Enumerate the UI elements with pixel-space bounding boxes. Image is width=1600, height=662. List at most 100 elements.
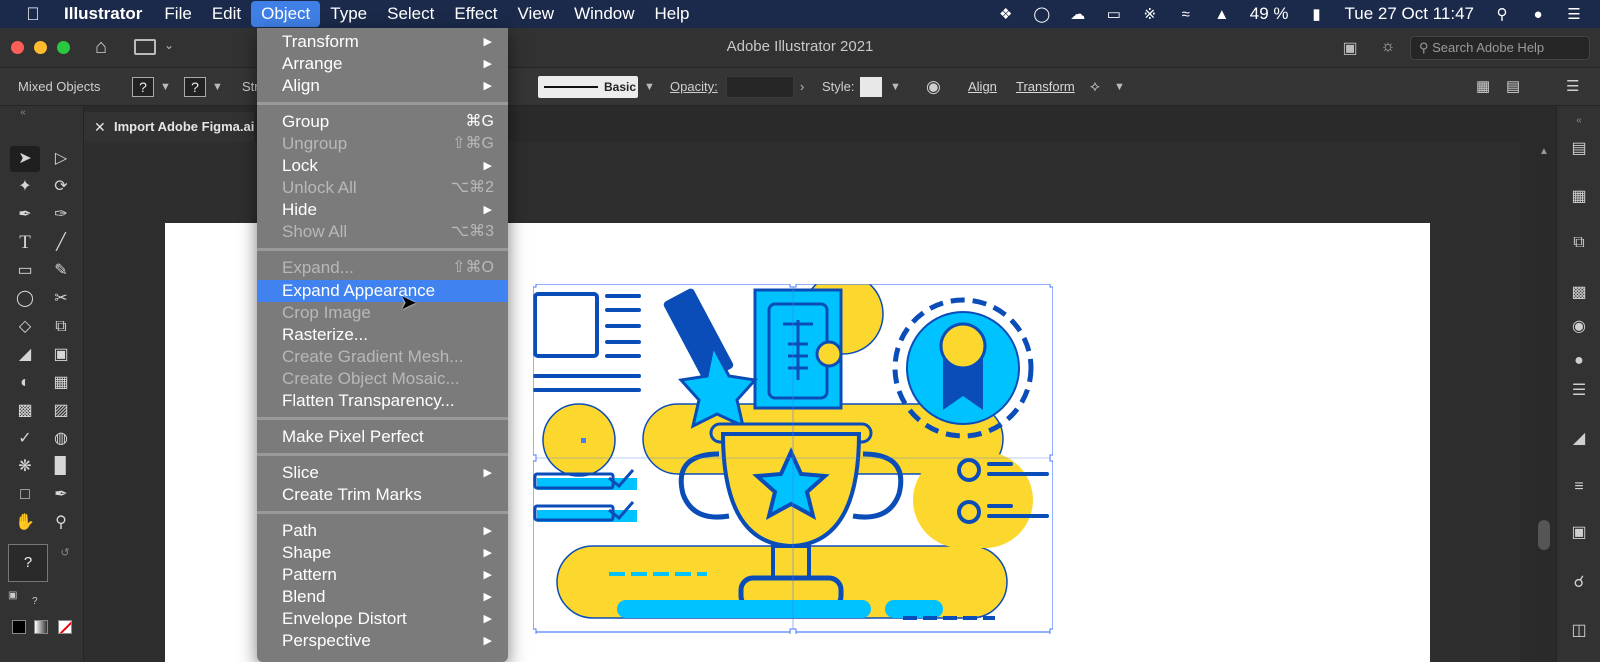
stroke-swatch[interactable]: ? — [184, 77, 206, 97]
menu-item-expand-appearance[interactable]: Expand Appearance — [257, 280, 508, 302]
shape-builder-tool-icon[interactable]: ◐ — [10, 370, 40, 396]
symbol-sprayer-tool-icon[interactable]: ❋ — [10, 454, 40, 480]
direct-selection-tool-icon[interactable]: ▷ — [46, 146, 76, 172]
links-panel-icon[interactable]: ☌ — [1568, 572, 1590, 594]
gradient-panel-icon[interactable]: ◢ — [1568, 428, 1590, 450]
search-adobe-help-input[interactable]: ⚲ Search Adobe Help — [1410, 36, 1590, 60]
paintbrush-tool-icon[interactable]: ✎ — [46, 258, 76, 284]
menu-item-ungroup[interactable]: Ungroup ⇧⌘G — [257, 133, 508, 155]
menu-item-create-trim-marks[interactable]: Create Trim Marks — [257, 484, 508, 506]
control-center-icon[interactable]: ☰ — [1556, 0, 1592, 28]
column-graph-tool-icon[interactable]: ▉ — [46, 454, 76, 480]
airplay-icon[interactable]: ▭ — [1096, 0, 1132, 28]
none-mode-button[interactable] — [58, 620, 72, 634]
menu-item-arrange[interactable]: Arrange ▶ — [257, 53, 508, 75]
artboards-panel-icon[interactable]: ▦ — [1568, 186, 1590, 208]
apple-menu-icon[interactable]:  — [16, 4, 50, 25]
layers-panel-icon[interactable]: ◫ — [1568, 620, 1590, 642]
document-tab[interactable]: ✕ Import Adobe Figma.ai — [84, 112, 254, 142]
swatches-panel-icon[interactable]: ▩ — [1568, 282, 1590, 304]
properties-panel-icon[interactable]: ▤ — [1568, 138, 1590, 160]
volume-icon[interactable]: ▲ — [1204, 0, 1240, 28]
menu-window[interactable]: Window — [564, 0, 644, 28]
puppet-warp-icon[interactable]: ⟡ — [1090, 68, 1100, 106]
distribute-icon[interactable]: ▦ — [1476, 68, 1490, 106]
selected-illustration[interactable] — [533, 284, 1053, 634]
menu-item-unlock-all[interactable]: Unlock All ⌥⌘2 — [257, 177, 508, 199]
reflect-tool-icon[interactable]: ◇ — [10, 314, 40, 340]
hand-tool-icon[interactable]: ✋ — [10, 510, 40, 536]
default-fill-stroke-icon[interactable]: ▣ — [8, 590, 17, 601]
siri-icon[interactable]: ● — [1520, 0, 1556, 28]
scale-tool-icon[interactable]: ⧉ — [46, 314, 76, 340]
adjustments-panel-icon[interactable]: ☰ — [1568, 380, 1590, 402]
mesh-tool-icon[interactable]: ▩ — [10, 398, 40, 424]
grammarly-icon[interactable]: ◯ — [1024, 0, 1060, 28]
opacity-input[interactable] — [726, 76, 794, 98]
menu-item-slice[interactable]: Slice ▶ — [257, 462, 508, 484]
menu-item-align[interactable]: Align ▶ — [257, 75, 508, 97]
brush-definition-dropdown[interactable]: Basic — [538, 76, 638, 98]
menu-item-show-all[interactable]: Show All ⌥⌘3 — [257, 221, 508, 243]
appearance-panel-icon[interactable]: ● — [1568, 350, 1590, 372]
opacity-label[interactable]: Opacity: — [670, 68, 718, 106]
collapse-panel-icon[interactable]: « — [8, 106, 38, 120]
selection-tool-icon[interactable]: ➤ — [10, 146, 40, 172]
fill-swatch[interactable]: ? — [132, 77, 154, 97]
menu-view[interactable]: View — [508, 0, 565, 28]
wifi-icon[interactable]: ≈ — [1168, 0, 1204, 28]
recolor-artwork-icon[interactable]: ◉ — [926, 68, 941, 106]
align-link[interactable]: Align — [968, 68, 997, 106]
fill-dropdown-chevron-icon[interactable]: ▼ — [160, 68, 171, 106]
battery-icon[interactable]: ▮ — [1299, 0, 1335, 28]
opacity-arrow-icon[interactable]: › — [800, 68, 804, 106]
creative-cloud-icon[interactable]: ☁ — [1060, 0, 1096, 28]
eyedropper-tool-icon[interactable]: ✓ — [10, 426, 40, 452]
menu-item-create-object-mosaic[interactable]: Create Object Mosaic... — [257, 368, 508, 390]
type-tool-icon[interactable]: T — [10, 230, 40, 256]
bluetooth-icon[interactable]: ※ — [1132, 0, 1168, 28]
shaper-tool-icon[interactable]: ◯ — [10, 286, 40, 312]
curvature-tool-icon[interactable]: ✑ — [46, 202, 76, 228]
menu-item-path[interactable]: Path ▶ — [257, 520, 508, 542]
menu-file[interactable]: File — [154, 0, 201, 28]
menu-item-crop-image[interactable]: Crop Image — [257, 302, 508, 324]
arrange-documents-icon[interactable]: ▣ — [1340, 38, 1360, 57]
menu-item-lock[interactable]: Lock ▶ — [257, 155, 508, 177]
stroke-panel-icon[interactable]: ≡ — [1568, 476, 1590, 498]
dropbox-icon[interactable]: ❖ — [988, 0, 1024, 28]
menu-effect[interactable]: Effect — [444, 0, 507, 28]
fill-stroke-indicator[interactable]: ? — [8, 544, 48, 582]
rectangle-tool-icon[interactable]: ▭ — [10, 258, 40, 284]
menu-item-pattern[interactable]: Pattern ▶ — [257, 564, 508, 586]
menu-app-illustrator[interactable]: Illustrator — [50, 0, 154, 28]
menu-select[interactable]: Select — [377, 0, 444, 28]
color-mode-button[interactable] — [12, 620, 26, 634]
scroll-up-icon[interactable]: ▲ — [1539, 146, 1549, 157]
gradient-tool-icon[interactable]: ▨ — [46, 398, 76, 424]
pen-tool-icon[interactable]: ✒ — [10, 202, 40, 228]
magic-wand-tool-icon[interactable]: ✦ — [10, 174, 40, 200]
stroke-dropdown-chevron-icon[interactable]: ▼ — [212, 68, 223, 106]
transparency-panel-icon[interactable]: ▣ — [1568, 522, 1590, 544]
color-panel-icon[interactable]: ◉ — [1568, 316, 1590, 338]
layers-stack-panel-icon[interactable]: ⧉ — [1568, 232, 1590, 254]
menu-item-create-gradient-mesh[interactable]: Create Gradient Mesh... — [257, 346, 508, 368]
transform-link[interactable]: Transform — [1016, 68, 1075, 106]
more-options-chevron-icon[interactable]: ▼ — [1114, 68, 1125, 106]
scrollbar-thumb[interactable] — [1538, 520, 1550, 550]
battery-percent[interactable]: 49 % — [1240, 0, 1299, 28]
menu-item-shape[interactable]: Shape ▶ — [257, 542, 508, 564]
expand-panels-icon[interactable]: « — [1568, 110, 1590, 132]
scissors-tool-icon[interactable]: ✂ — [46, 286, 76, 312]
menu-item-envelope-distort[interactable]: Envelope Distort ▶ — [257, 608, 508, 630]
discover-lightbulb-icon[interactable]: ☼ — [1378, 38, 1398, 56]
blend-tool-icon[interactable]: ◍ — [46, 426, 76, 452]
menu-object[interactable]: Object — [251, 1, 321, 27]
graphic-style-swatch[interactable] — [860, 77, 882, 97]
menu-item-rasterize[interactable]: Rasterize... — [257, 324, 508, 346]
menu-item-expand[interactable]: Expand... ⇧⌘O — [257, 257, 508, 279]
vertical-scrollbar[interactable]: ▲ — [1534, 142, 1554, 662]
menu-type[interactable]: Type — [320, 0, 377, 28]
free-transform-tool-icon[interactable]: ▣ — [46, 342, 76, 368]
